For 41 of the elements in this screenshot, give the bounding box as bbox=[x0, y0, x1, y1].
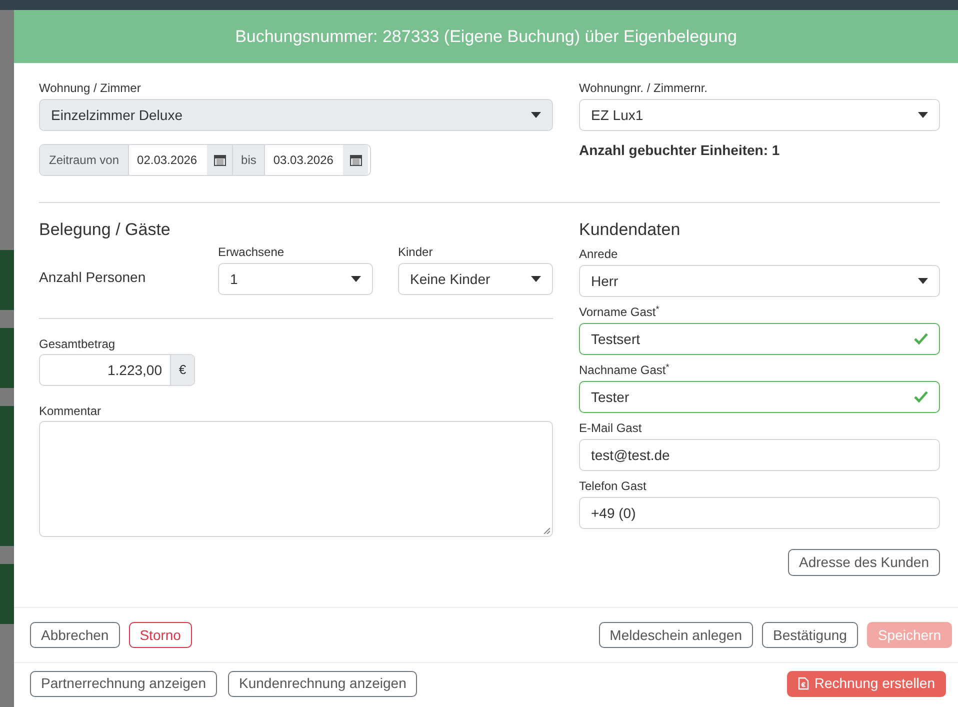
checkmark-icon bbox=[914, 391, 928, 403]
field-label: Gesamtbetrag bbox=[39, 336, 116, 353]
field-label: Wohnung / Zimmer bbox=[39, 80, 142, 97]
section-heading: Belegung / Gäste bbox=[39, 219, 172, 241]
action-button[interactable]: Abbrechen bbox=[30, 622, 120, 648]
booked-units-text: Anzahl gebuchter Einheiten: 1 bbox=[579, 141, 781, 160]
action-button[interactable]: Kundenrechnung anzeigen bbox=[228, 670, 418, 696]
field-label: Vorname Gast$^{*}$ bbox=[579, 303, 660, 321]
resize-handle-icon[interactable] bbox=[543, 527, 550, 534]
field-label: Anzahl Personen bbox=[39, 268, 147, 287]
action-button[interactable]: Storno bbox=[128, 622, 192, 648]
count-select[interactable]: 1 bbox=[218, 263, 373, 295]
count-select[interactable]: Keine Kinder bbox=[398, 263, 553, 295]
dropdown-caret-icon bbox=[351, 276, 361, 282]
field-label: Erwachsene bbox=[218, 244, 286, 261]
field-label: Wohnungnr. / Zimmernr. bbox=[579, 80, 708, 97]
dropdown-caret-icon bbox=[918, 112, 928, 118]
document-icon bbox=[798, 677, 810, 690]
field-label: Kommentar bbox=[39, 403, 102, 420]
text-field[interactable]: +49 (0) bbox=[579, 497, 940, 529]
salutation-select[interactable]: Herr bbox=[579, 265, 940, 297]
room-select[interactable]: Einzelzimmer Deluxe bbox=[39, 99, 553, 131]
dialog-title: Buchungsnummer: 287333 (Eigene Buchung) über Eigenbelegung bbox=[235, 26, 737, 48]
text-field[interactable]: test@test.de bbox=[579, 439, 940, 471]
checkmark-icon bbox=[914, 333, 928, 345]
field-label: Anrede bbox=[579, 246, 619, 263]
field-label: Kinder bbox=[398, 244, 434, 261]
dropdown-caret-icon bbox=[531, 276, 541, 282]
field-label: Nachname Gast$^{*}$ bbox=[579, 361, 670, 379]
unit-select[interactable]: EZ Lux1 bbox=[579, 99, 940, 131]
action-button[interactable]: Bestätigung bbox=[762, 622, 858, 648]
text-field[interactable]: Testsert bbox=[579, 323, 940, 355]
action-button[interactable]: Partnerrechnung anzeigen bbox=[30, 670, 218, 696]
dropdown-caret-icon bbox=[531, 112, 541, 118]
field-label: Telefon Gast bbox=[579, 478, 648, 495]
section-heading: Kundendaten bbox=[579, 219, 682, 241]
address-button[interactable]: Adresse des Kunden bbox=[788, 549, 940, 576]
field-label: E-Mail Gast bbox=[579, 420, 643, 437]
dropdown-caret-icon bbox=[918, 278, 928, 284]
text-field[interactable]: Tester bbox=[579, 381, 940, 413]
action-button[interactable]: Meldeschein anlegen bbox=[598, 622, 753, 648]
